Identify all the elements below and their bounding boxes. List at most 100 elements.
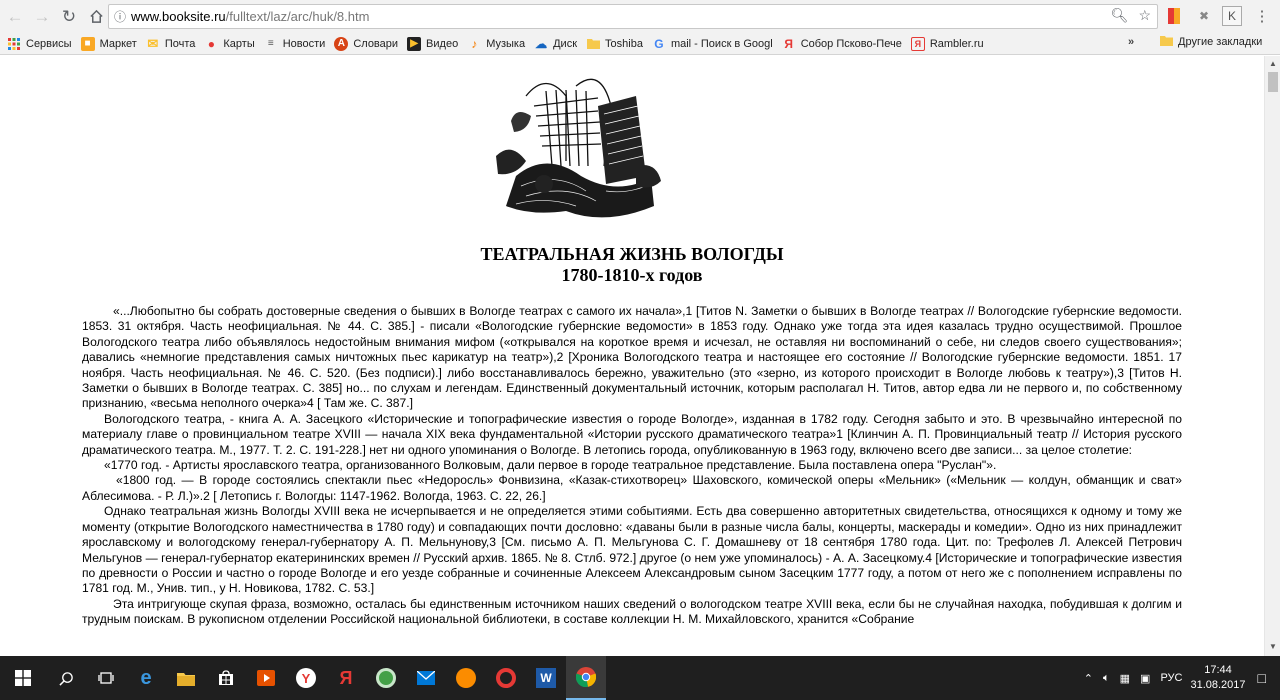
bookmark-item[interactable]: ☁ Диск xyxy=(534,37,577,51)
yandex-browser-icon: Y xyxy=(296,668,316,688)
paragraph: «...Любопытно бы собрать достоверные све… xyxy=(82,304,1182,411)
bookmark-item[interactable]: ♪ Музыка xyxy=(467,37,525,51)
network-icon[interactable]: ▦ xyxy=(1120,672,1130,685)
bookmark-star-icon[interactable]: ☆ xyxy=(1138,7,1151,24)
bookmark-item[interactable]: A Словари xyxy=(334,36,398,51)
title-line-2: 1780-1810-х годов xyxy=(561,265,703,285)
bookmark-item[interactable]: Toshiba xyxy=(586,37,643,51)
reload-button[interactable]: ↻ xyxy=(57,5,81,29)
bookmark-item[interactable]: Gmail - Поиск в Googl xyxy=(652,36,773,51)
bookmark-item[interactable]: ■ Маркет xyxy=(80,36,137,51)
search-button[interactable] xyxy=(46,656,86,700)
notifications-icon[interactable]: □ xyxy=(1258,670,1266,686)
clock-date: 31.08.2017 xyxy=(1190,679,1246,691)
yandex-icon: Я xyxy=(339,667,353,688)
bookmark-item[interactable]: ✉ Почта xyxy=(146,35,196,51)
bookmark-label: Маркет xyxy=(99,37,137,50)
search-icon xyxy=(58,671,73,686)
bookmark-item[interactable]: ▶ Видео xyxy=(407,36,459,51)
title-line-1: ТЕАТРАЛЬНАЯ ЖИЗНЬ ВОЛОГДЫ xyxy=(480,244,784,264)
page-title: ТЕАТРАЛЬНАЯ ЖИЗНЬ ВОЛОГДЫ 1780-1810-х го… xyxy=(0,244,1264,286)
apps-grid-icon xyxy=(7,37,21,51)
scroll-up-icon[interactable]: ▲ xyxy=(1269,59,1277,68)
chrome-icon xyxy=(576,667,596,687)
paragraph: Однако театральная жизнь Вологды XVIII в… xyxy=(82,504,1182,596)
app-taskbar-button[interactable] xyxy=(366,656,406,700)
theatre-vignette-illustration xyxy=(496,78,661,218)
url-host: www.booksite.ru xyxy=(131,9,226,24)
arrow-left-icon: ← xyxy=(6,6,24,26)
chrome-taskbar-button[interactable] xyxy=(566,656,606,700)
bookmark-label: Сервисы xyxy=(26,37,72,50)
market-icon: ■ xyxy=(80,36,95,51)
bookmark-item[interactable]: Сервисы xyxy=(7,37,72,51)
explorer-taskbar-button[interactable] xyxy=(166,656,206,700)
bookmark-item[interactable]: Я Rambler.ru xyxy=(910,36,984,51)
bookmark-label: Toshiba xyxy=(605,37,643,50)
globe-app-icon xyxy=(376,668,396,688)
bookmarks-bar: Сервисы ■ Маркет ✉ Почта ● Карты ≡ Новости A… xyxy=(0,33,1280,55)
disk-icon: ☁ xyxy=(535,36,548,51)
edge-icon: e xyxy=(140,666,152,689)
edge-taskbar-button[interactable]: e xyxy=(126,656,166,700)
menu-icon[interactable]: ⋮ xyxy=(1252,6,1272,26)
home-icon xyxy=(89,9,103,23)
bookmark-label: Карты xyxy=(223,37,255,50)
store-taskbar-button[interactable] xyxy=(206,656,246,700)
k-extension-icon[interactable]: K xyxy=(1222,6,1242,26)
bookmark-label: mail - Поиск в Googl xyxy=(670,37,773,50)
music-icon: ♪ xyxy=(471,36,478,51)
taskbar: e Y Я W ⌃ 🔈︎ ▦ ▣ РУС 17:44 31.08.2017 □ xyxy=(0,656,1280,700)
language-indicator[interactable]: РУС xyxy=(1160,672,1182,684)
mail-taskbar-button[interactable] xyxy=(406,656,446,700)
mail-icon: ✉ xyxy=(147,35,159,51)
bookmark-item[interactable]: Я Собор Псково-Пече xyxy=(782,36,902,51)
arrow-right-icon: → xyxy=(33,6,51,26)
system-tray: ⌃ 🔈︎ ▦ ▣ РУС 17:44 31.08.2017 □ xyxy=(1084,656,1280,700)
store-icon xyxy=(219,670,233,685)
address-bar[interactable]: ⓘ www.booksite.ru/fulltext/laz/arc/huk/8… xyxy=(108,4,1158,29)
extension-icon[interactable]: ✖ xyxy=(1194,6,1214,26)
home-button[interactable] xyxy=(84,5,108,29)
folder-icon xyxy=(586,37,600,51)
bookmark-item[interactable]: ≡ Новости xyxy=(264,37,326,51)
vertical-scrollbar[interactable]: ▲ ▼ xyxy=(1264,56,1280,656)
scroll-down-icon[interactable]: ▼ xyxy=(1269,642,1277,651)
paragraph: «1800 год. — В городе состоялись спектак… xyxy=(82,473,1182,503)
bookmark-label: Почта xyxy=(164,37,196,50)
forward-button[interactable]: → xyxy=(30,5,54,29)
word-taskbar-button[interactable]: W xyxy=(526,656,566,700)
rambler-icon: Я xyxy=(910,36,925,51)
url-text[interactable]: www.booksite.ru/fulltext/laz/arc/huk/8.h… xyxy=(131,9,369,24)
start-button[interactable] xyxy=(0,656,46,700)
show-hidden-icons-icon[interactable]: ⌃ xyxy=(1084,672,1093,685)
bookmark-label: Rambler.ru xyxy=(929,37,984,50)
scrollbar-thumb[interactable] xyxy=(1268,72,1278,92)
yandex-taskbar-button[interactable]: Я xyxy=(326,656,366,700)
bookmarks-overflow-button[interactable]: » xyxy=(1128,36,1134,48)
other-bookmarks-folder[interactable]: Другие закладки xyxy=(1160,35,1262,49)
yandex-browser-taskbar-button[interactable]: Y xyxy=(286,656,326,700)
bookmark-label: Видео xyxy=(426,37,459,50)
bookmark-item[interactable]: ● Карты xyxy=(204,37,255,51)
zoom-icon[interactable]: 🔍︎ xyxy=(1111,7,1129,24)
clock[interactable]: 17:44 31.08.2017 xyxy=(1190,663,1245,693)
app-taskbar-button[interactable] xyxy=(446,656,486,700)
info-icon[interactable]: ⓘ xyxy=(109,8,131,25)
word-icon: W xyxy=(536,668,556,688)
media-player-taskbar-button[interactable] xyxy=(246,656,286,700)
yandex-icon: Я xyxy=(784,36,793,51)
opera-taskbar-button[interactable] xyxy=(486,656,526,700)
display-icon[interactable]: ▣ xyxy=(1140,672,1150,685)
bookmark-label: Собор Псково-Пече xyxy=(800,37,902,50)
bookmark-flag-extension-icon[interactable] xyxy=(1164,6,1184,26)
paragraph: Вологодского театра, - книга А. А. Засец… xyxy=(82,411,1182,457)
paragraph: Эта интригующе скупая фраза, возможно, о… xyxy=(82,596,1182,627)
back-button[interactable]: ← xyxy=(3,5,27,29)
clock-time: 17:44 xyxy=(1204,664,1232,676)
reload-icon: ↻ xyxy=(61,6,77,26)
mail-app-icon xyxy=(417,671,435,685)
task-view-button[interactable] xyxy=(86,656,126,700)
volume-icon[interactable]: 🔈︎ xyxy=(1103,672,1110,685)
google-icon: G xyxy=(654,36,664,51)
